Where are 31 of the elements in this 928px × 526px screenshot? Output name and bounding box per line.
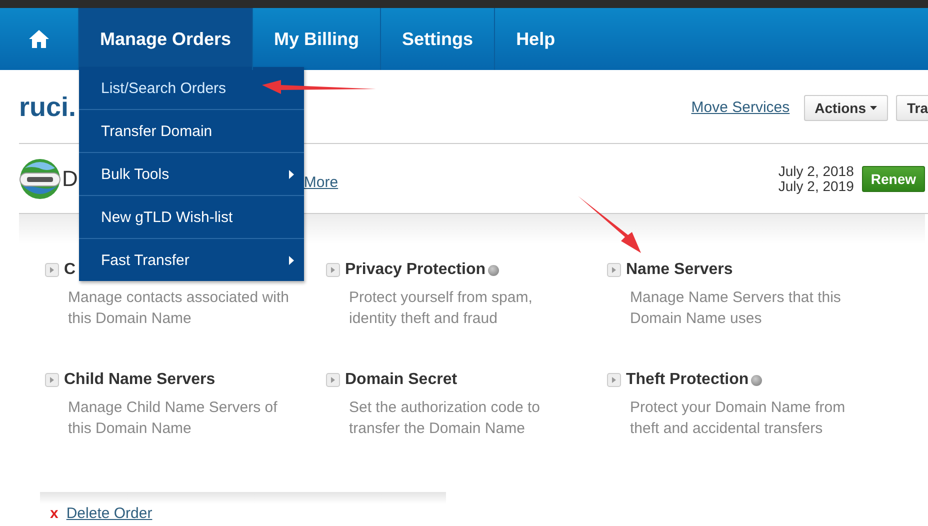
nav-tab[interactable]: Help: [495, 8, 576, 70]
menu-item[interactable]: Fast Transfer: [79, 239, 304, 281]
menu-item[interactable]: Transfer Domain: [79, 110, 304, 153]
service-description: Protect yourself from spam, identity theft and fraud: [349, 288, 534, 329]
action-button[interactable]: Actions: [804, 94, 888, 120]
menu-item[interactable]: Bulk Tools: [79, 153, 304, 196]
service-title[interactable]: Privacy Protection: [345, 261, 486, 279]
nav-tab[interactable]: My Billing: [253, 8, 380, 70]
order-name: D: [62, 166, 78, 192]
service-title[interactable]: Domain Secret: [345, 371, 458, 389]
action-button[interactable]: Tra: [896, 94, 928, 120]
delete-icon[interactable]: x: [50, 505, 58, 522]
more-link[interactable]: More: [304, 166, 338, 191]
service-description: Manage Name Servers that this Domain Name uses: [630, 288, 842, 329]
date-text: July 2, 2019: [778, 178, 854, 194]
delete-order-link[interactable]: Delete Order: [66, 505, 152, 522]
service-title[interactable]: Name Servers: [626, 261, 733, 279]
service-title[interactable]: Child Name Servers: [64, 371, 216, 389]
globe-icon: [19, 158, 61, 200]
service-title[interactable]: Theft Protection: [626, 371, 749, 389]
domain-title: ruci.: [19, 92, 76, 123]
service-description: Manage Child Name Servers of this Domain Name: [68, 398, 278, 439]
renew-button[interactable]: Renew: [862, 166, 925, 192]
service-description: Protect your Domain Name from theft and accidental transfers: [630, 398, 846, 439]
move-services-link[interactable]: Move Services: [691, 99, 790, 116]
nav-tab[interactable]: Manage Orders: [79, 8, 252, 70]
date-text: July 2, 2018: [778, 164, 854, 178]
nav-tab[interactable]: Settings: [381, 8, 494, 70]
service-description: Manage contacts associated with this Domain Name: [68, 288, 290, 329]
service-description: Set the authorization code to transfer the Domain Name: [349, 398, 541, 439]
service-title[interactable]: C: [64, 261, 76, 279]
